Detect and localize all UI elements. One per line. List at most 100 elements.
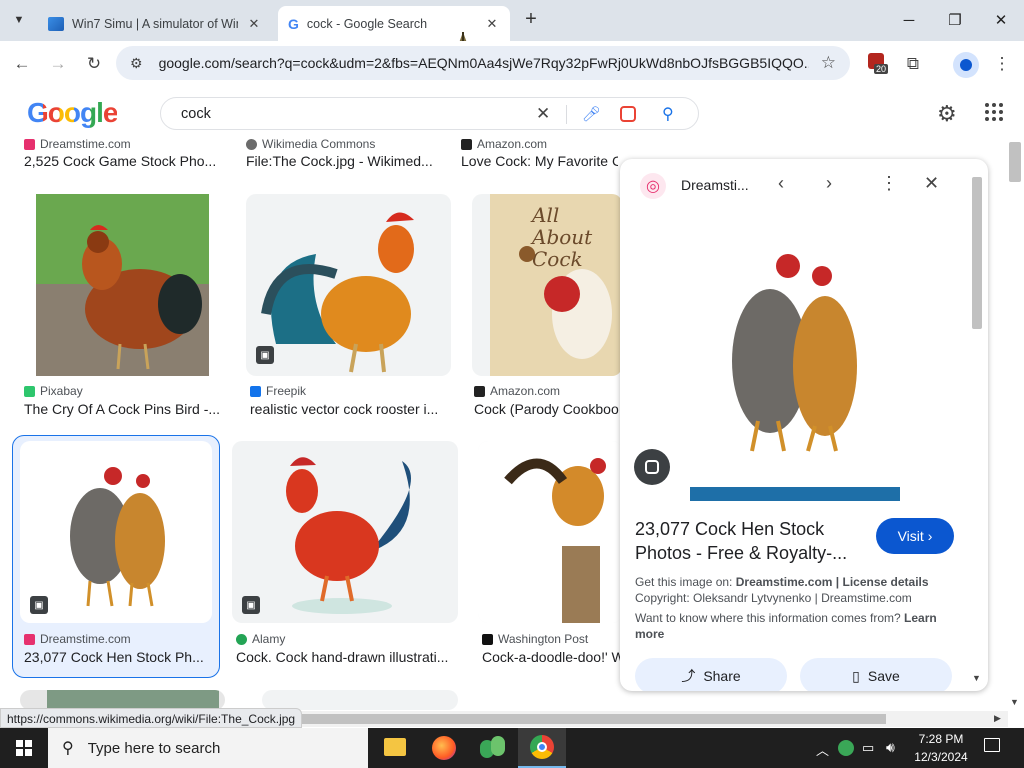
search-input[interactable]: cock (181, 106, 211, 122)
voice-search-icon[interactable]: 🎤︎ (582, 105, 601, 123)
close-window-button[interactable]: ✕ (978, 0, 1024, 40)
license-details-link[interactable]: License details (843, 575, 929, 589)
result-source[interactable]: Freepik (250, 384, 306, 398)
chrome-menu-icon[interactable]: ⋮ (990, 52, 1014, 76)
previous-image-button[interactable]: ‹ (778, 173, 784, 194)
volume-icon[interactable]: 🔊︎ (886, 739, 895, 756)
network-icon[interactable]: ▭ (862, 740, 874, 756)
save-button[interactable]: ▯ Save (800, 658, 952, 691)
address-url: google.com/search?q=cock&udm=2&fbs=AEQNm… (158, 55, 809, 71)
close-panel-button[interactable]: ✕ (924, 173, 939, 194)
tab-win7simu[interactable]: Win7 Simu | A simulator of Win ✕ (38, 6, 272, 41)
panel-scroll-down-icon[interactable]: ▼ (972, 673, 981, 683)
result-caption[interactable]: 23,077 Cock Hen Stock Ph... (24, 649, 214, 665)
visit-button[interactable]: Visit › (876, 518, 954, 554)
google-logo[interactable]: Google (27, 97, 118, 129)
result-caption[interactable]: Love Cock: My Favorite Chic (461, 153, 618, 169)
result-image[interactable] (478, 441, 622, 623)
result-source[interactable]: Alamy (236, 632, 285, 646)
page-scroll-down-icon[interactable]: ▼ (1010, 697, 1019, 707)
clear-search-icon[interactable]: ✕ (536, 104, 550, 124)
new-tab-button[interactable]: + (520, 8, 542, 30)
share-button[interactable]: ⤴ Share (635, 658, 787, 691)
profile-avatar[interactable] (953, 52, 979, 78)
panel-source[interactable]: Dreamsti... (681, 177, 749, 193)
tab-search-button[interactable]: ▼ (8, 9, 30, 31)
chrome-taskbar-button[interactable] (518, 728, 566, 768)
result-caption[interactable]: The Cry Of A Cock Pins Bird -... (24, 401, 224, 417)
taskbar-search-box[interactable]: ⚲ Type here to search (48, 728, 368, 768)
result-caption[interactable]: Cock (Parody Cookboo (474, 401, 620, 417)
logo-text: Google (27, 97, 118, 128)
notifications-icon[interactable] (984, 738, 1000, 752)
result-source[interactable]: Wikimedia Commons (246, 137, 375, 151)
back-button[interactable]: ← (10, 52, 34, 76)
google-favicon-icon: G (288, 15, 299, 32)
result-caption[interactable]: Cock. Cock hand-drawn illustrati... (236, 649, 456, 665)
dreamstime-favicon-icon (24, 633, 35, 645)
extension-icon[interactable]: 20 (868, 52, 890, 74)
firefox-icon[interactable] (432, 736, 456, 760)
clock-date[interactable]: 12/3/2024 (911, 750, 971, 764)
more-options-icon[interactable]: ⋮ (880, 173, 898, 194)
page-scrollbar[interactable] (1009, 142, 1021, 182)
result-caption[interactable]: realistic vector cock rooster i... (250, 401, 450, 417)
next-image-button[interactable]: › (826, 173, 832, 194)
result-source[interactable]: Amazon.com (474, 384, 560, 398)
tab-close-icon[interactable]: ✕ (484, 16, 500, 32)
scroll-right-icon[interactable]: ▶ (994, 713, 1001, 724)
result-source[interactable]: Dreamstime.com (24, 137, 131, 151)
result-image[interactable]: ▣ (246, 194, 451, 376)
image-type-icon: ▣ (30, 596, 48, 614)
bookmark-icon: ▯ (852, 667, 860, 684)
show-hidden-icons[interactable]: ︿ (816, 740, 829, 759)
search-box[interactable]: cock ✕ 🎤︎ ⚲ (160, 97, 699, 130)
people-app-icon[interactable] (480, 736, 506, 760)
result-caption[interactable]: 2,525 Cock Game Stock Pho... (24, 153, 224, 169)
result-caption[interactable]: Cock-a-doodle-doo!' W (482, 649, 620, 665)
amazon-favicon-icon (461, 138, 472, 150)
lens-search-icon[interactable] (620, 105, 636, 122)
source-label: Freepik (266, 384, 307, 398)
settings-gear-icon[interactable]: ⚙ (937, 101, 957, 127)
result-caption[interactable]: File:The Cock.jpg - Wikimed... (246, 153, 446, 169)
chrome-icon (530, 735, 554, 759)
preview-image[interactable] (690, 211, 900, 501)
result-source[interactable]: Amazon.com (461, 137, 547, 151)
tab-close-icon[interactable]: ✕ (246, 16, 262, 32)
start-button[interactable] (0, 728, 48, 768)
search-icon[interactable]: ⚲ (662, 104, 674, 124)
result-image[interactable]: ▣ (232, 441, 458, 623)
result-image[interactable] (20, 690, 225, 710)
tray-app-icon[interactable] (838, 740, 854, 756)
panel-title[interactable]: 23,077 Cock Hen Stock Photos - Free & Ro… (635, 517, 865, 565)
get-image-site-link[interactable]: Dreamstime.com (736, 575, 833, 589)
result-image[interactable]: ▣ (20, 441, 212, 623)
bookmark-star-icon[interactable]: ☆ (821, 53, 836, 73)
result-source[interactable]: Washington Post (482, 632, 588, 646)
lens-icon[interactable] (634, 449, 670, 485)
address-bar[interactable]: ⚙ google.com/search?q=cock&udm=2&fbs=AEQ… (116, 46, 850, 80)
share-icon: ⤴ (681, 668, 696, 684)
site-info-icon[interactable]: ⚙ (130, 55, 143, 72)
result-image[interactable]: All About Cock (472, 194, 622, 376)
forward-button[interactable]: → (46, 52, 70, 76)
alamy-favicon-icon (236, 633, 247, 645)
panel-scrollbar[interactable] (972, 177, 982, 329)
horizontal-scrollbar-thumb[interactable] (200, 714, 886, 724)
result-image[interactable] (20, 194, 225, 376)
washington-post-favicon-icon (482, 633, 493, 645)
result-image[interactable] (262, 690, 458, 710)
apps-grid-icon[interactable] (985, 103, 1003, 121)
result-source[interactable]: Pixabay (24, 384, 83, 398)
rooster-photo-image (36, 194, 209, 376)
minimize-button[interactable]: ─ (886, 0, 932, 40)
file-explorer-icon[interactable] (384, 738, 406, 756)
result-source[interactable]: Dreamstime.com (24, 632, 131, 646)
tab-google-search[interactable]: G cock - Google Search ✕ (278, 6, 510, 41)
get-image-prefix: Get this image on: (635, 575, 733, 589)
clock-time[interactable]: 7:28 PM (918, 732, 964, 746)
extensions-puzzle-icon[interactable]: ⧉ (901, 52, 925, 76)
restore-button[interactable]: ❐ (932, 0, 978, 40)
reload-button[interactable]: ↻ (82, 52, 106, 76)
